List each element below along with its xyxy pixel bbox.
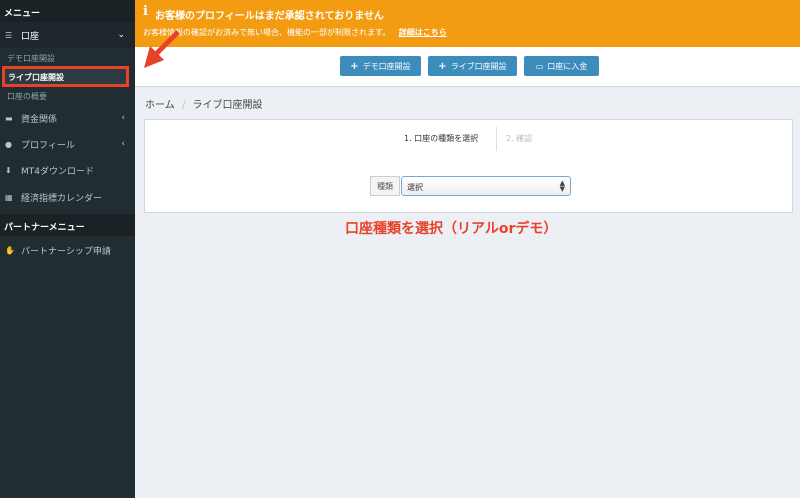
sidebar-item-funds[interactable]: ▬ 資金関係 ‹	[0, 105, 135, 131]
sidebar-item-label: 資金関係	[21, 114, 58, 125]
chevron-left-icon: ‹	[121, 113, 125, 123]
sidebar-item-partnership[interactable]: ✋ パートナーシップ申請	[0, 237, 135, 263]
sidebar-item-label: 経済指標カレンダー	[21, 193, 103, 204]
select-arrows-icon: ▲ ▼	[559, 179, 565, 193]
sidebar-subitem-overview[interactable]: 口座の概要	[0, 91, 47, 102]
sidebar-header: メニュー	[0, 0, 135, 22]
account-type-label: 種類	[370, 176, 400, 196]
sidebar-item-label: パートナーシップ申請	[21, 246, 111, 257]
sidebar: メニュー ☰ 口座 ⌄ デモ口座開設 ライブ口座開設 口座の概要 ▬ 資金関係 …	[0, 0, 135, 498]
breadcrumb-separator: /	[181, 100, 186, 111]
calendar-icon: ▦	[5, 192, 13, 202]
info-icon: i	[143, 4, 148, 19]
sidebar-item-mt4[interactable]: ⬇ MT4ダウンロード	[0, 157, 135, 183]
deposit-button[interactable]: ▭ 口座に入金	[524, 56, 599, 76]
button-label: ライブ口座開設	[450, 61, 507, 71]
annotation-text: 口座種類を選択（リアルorデモ）	[345, 221, 558, 237]
select-value: 選択	[407, 183, 423, 192]
account-wizard-panel: 1. 口座の種類を選択 2. 確認 種類 選択 ▲ ▼	[144, 119, 793, 213]
wizard-step-2: 2. 確認	[506, 134, 533, 143]
alert-body: お客様情報の確認がお済みで無い場合、機能の一部が制限されます。 詳細はこちら	[143, 27, 447, 38]
wallet-icon: ▬	[5, 113, 13, 123]
plus-icon: +	[350, 60, 359, 72]
alert-title: お客様のプロフィールはまだ承認されておりません	[155, 11, 384, 22]
chevron-left-icon: ‹	[121, 139, 125, 149]
plus-icon: +	[438, 60, 447, 72]
account-type-select[interactable]: 選択 ▲ ▼	[401, 176, 571, 196]
sidebar-item-label: 口座	[21, 31, 40, 42]
handshake-icon: ✋	[5, 245, 15, 255]
download-icon: ⬇	[5, 165, 12, 175]
chevron-down-icon: ⌄	[117, 30, 125, 40]
credit-card-icon: ▭	[535, 61, 544, 71]
button-label: 口座に入金	[547, 61, 588, 71]
alert-details-link[interactable]: 詳細はこちら	[399, 28, 447, 37]
sidebar-subitem-demo[interactable]: デモ口座開設	[0, 53, 55, 64]
list-icon: ☰	[5, 30, 13, 40]
breadcrumb: ホーム / ライブ口座開設	[145, 96, 262, 111]
open-demo-account-button[interactable]: + デモ口座開設	[340, 56, 421, 76]
breadcrumb-home[interactable]: ホーム	[145, 100, 175, 111]
open-live-account-button[interactable]: + ライブ口座開設	[428, 56, 517, 76]
wizard-step-1: 1. 口座の種類を選択	[404, 134, 479, 143]
profile-alert: i お客様のプロフィールはまだ承認されておりません お客様情報の確認がお済みで無…	[135, 0, 800, 47]
sidebar-subitem-live[interactable]: ライブ口座開設	[2, 66, 129, 87]
sidebar-item-account[interactable]: ☰ 口座 ⌄	[0, 22, 135, 48]
user-icon: ●	[5, 139, 12, 149]
breadcrumb-current: ライブ口座開設	[192, 100, 263, 111]
action-bar: + デモ口座開設 + ライブ口座開設 ▭ 口座に入金	[135, 47, 800, 87]
sidebar-item-profile[interactable]: ● プロフィール ‹	[0, 131, 135, 157]
annotation-arrow-icon	[144, 30, 180, 68]
sidebar-item-calendar[interactable]: ▦ 経済指標カレンダー	[0, 184, 135, 210]
step-divider	[496, 127, 497, 151]
sidebar-item-label: プロフィール	[21, 140, 75, 151]
partner-menu-header: パートナーメニュー	[0, 214, 135, 236]
button-label: デモ口座開設	[362, 61, 411, 71]
sidebar-item-label: MT4ダウンロード	[21, 166, 94, 177]
